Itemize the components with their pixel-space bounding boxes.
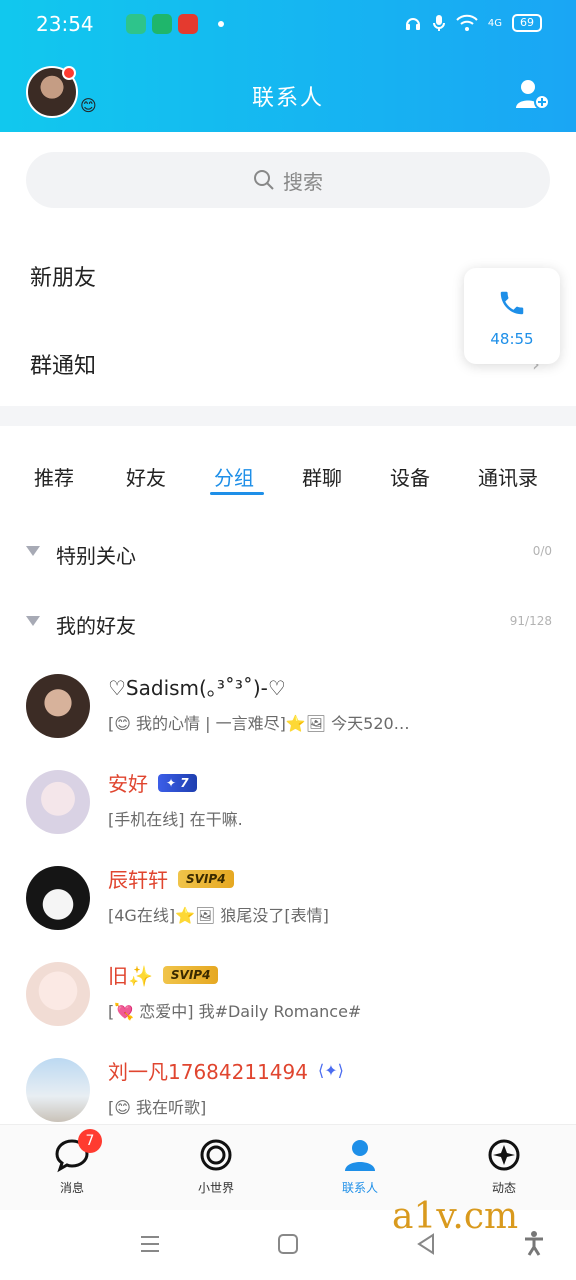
avatar-notification-dot [62,66,76,80]
vip-badge: ✦ 7 [158,773,197,792]
netease-music-icon [178,14,198,34]
contact-row[interactable]: 旧✨ SVIP4 [💘 恋爱中] 我#Daily Romance# [0,954,576,1044]
avatar [26,962,90,1026]
call-duration: 48:55 [490,330,534,348]
battery-indicator: 69 [512,14,542,32]
headphones-icon [405,18,420,30]
collapse-triangle-icon [26,546,40,556]
microphone-icon [432,15,445,31]
app-notification-icon [126,14,146,34]
contact-name: 旧✨ SVIP4 [108,960,219,989]
contacts-person-icon [345,1140,375,1171]
contact-status: [😊 我的心情 | 一言难尽]⭐🖼 今天520… [108,714,410,733]
phone-icon [500,291,524,315]
status-time: 23:54 [36,12,94,36]
network-type: 4G [487,17,502,29]
contact-name: 刘一凡17684211494 ⟨✦⟩ [108,1060,344,1084]
add-friend-icon[interactable] [514,76,550,112]
nav-world[interactable]: 小世界 [176,1137,256,1196]
accessibility-icon[interactable] [522,1230,546,1256]
group-name: 我的好友 [56,614,136,638]
menu-lines-icon[interactable] [138,1232,162,1256]
tab-group-chats[interactable]: 群聊 [302,462,342,491]
nav-messages[interactable]: 7 消息 [32,1129,112,1196]
small-world-icon [200,1139,232,1171]
tab-groups[interactable]: 分组 [214,462,254,491]
watermark-text: a1v.cm [392,1196,519,1237]
avatar [26,674,90,738]
contact-row[interactable]: 辰轩轩 SVIP4 [4G在线]⭐🖼 狼尾没了[表情] [0,858,576,948]
group-header-my-friends[interactable]: 我的好友 91/128 [26,610,552,640]
search-placeholder: 搜索 [283,169,323,194]
page-title: 联系人 [251,86,324,111]
contact-status: [💘 恋爱中] 我#Daily Romance# [108,1002,362,1021]
tab-recommend[interactable]: 推荐 [34,462,74,491]
search-icon [254,170,274,190]
new-friends-label: 新朋友 [30,266,97,291]
home-square-icon[interactable] [276,1232,300,1256]
contact-name: 辰轩轩 SVIP4 [108,864,234,893]
tab-friends[interactable]: 好友 [126,462,166,491]
moments-star-icon [488,1139,520,1171]
unread-badge: 7 [78,1129,102,1153]
avatar [26,770,90,834]
contact-name: 安好 ✦ 7 [108,768,197,797]
ongoing-call-card[interactable]: 48:55 [464,268,560,364]
collapse-triangle-icon [26,616,40,626]
contact-status: [4G在线]⭐🖼 狼尾没了[表情] [108,906,329,925]
contact-status: [手机在线] 在干嘛. [108,810,243,829]
active-tab-indicator [210,492,264,495]
svip-badge: SVIP4 [178,869,234,888]
group-header-special[interactable]: 特别关心 0/0 [26,540,552,570]
contact-row[interactable]: ♡Sadism(｡³˚³˚)-♡ [😊 我的心情 | 一言难尽]⭐🖼 今天520… [0,666,576,756]
avatar [26,1058,90,1122]
notification-icons [126,14,224,34]
avatar [26,866,90,930]
nav-contacts[interactable]: 联系人 [320,1137,400,1196]
group-count: 0/0 [532,544,552,558]
nav-moments[interactable]: 动态 [464,1137,544,1196]
more-notifications-dot [218,21,224,27]
header-bar: 😊 联系人 [0,50,576,132]
svip-badge: SVIP4 [162,965,219,984]
system-icons: 4G 69 [404,14,542,32]
contact-row[interactable]: 安好 ✦ 7 [手机在线] 在干嘛. [0,762,576,852]
wifi-icon [456,14,478,31]
wing-badge-icon: ⟨✦⟩ [317,1061,344,1080]
tab-devices[interactable]: 设备 [390,462,430,491]
group-name: 特别关心 [56,544,136,568]
contact-name: ♡Sadism(｡³˚³˚)-♡ [108,676,286,700]
section-divider [0,406,576,426]
status-bar: 23:54 4G 69 [0,0,576,50]
group-count: 91/128 [509,614,552,628]
contact-tabs: 推荐 好友 分组 群聊 设备 通讯录 [0,452,576,502]
group-notice-label: 群通知 [30,354,97,379]
tab-address-book[interactable]: 通讯录 [478,462,538,491]
app-notification-icon [152,14,172,34]
search-bar[interactable]: 搜索 [26,152,550,208]
contact-status: [😊 我在听歌] [108,1098,207,1117]
